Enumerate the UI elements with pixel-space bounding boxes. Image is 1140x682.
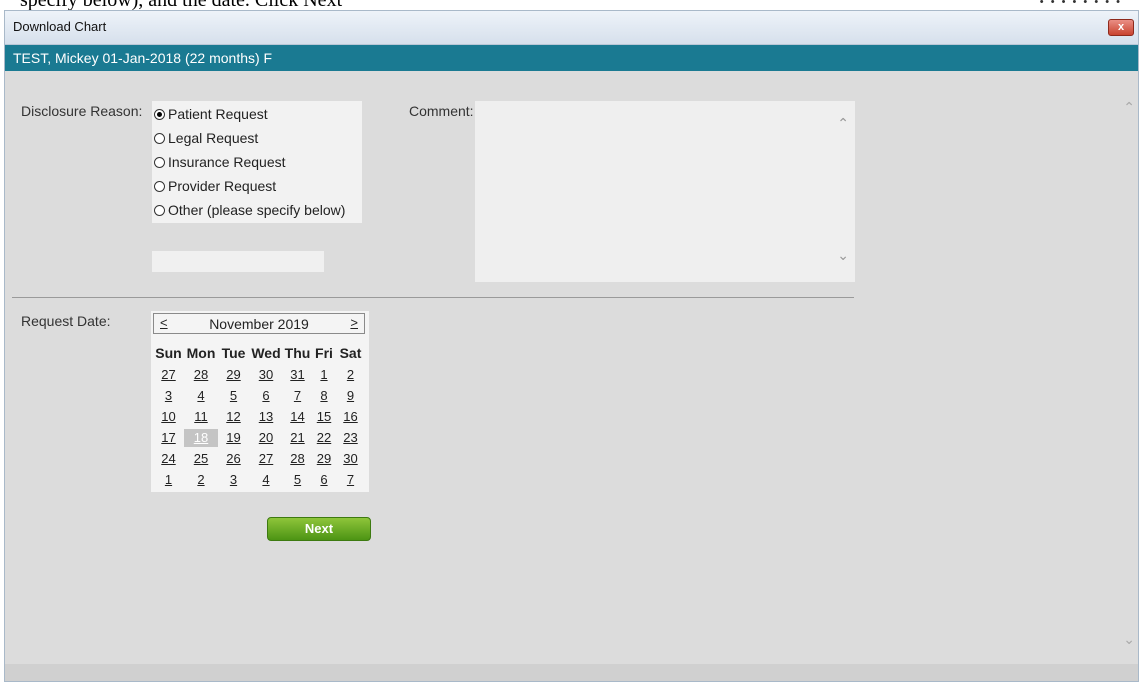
calendar-week-row: 24 25 26 27 28 29 30	[153, 450, 365, 468]
calendar-day[interactable]: 14	[283, 408, 312, 426]
calendar-day[interactable]: 3	[153, 387, 184, 405]
calendar-day[interactable]: 1	[312, 366, 336, 384]
reason-option-other[interactable]: Other (please specify below)	[154, 199, 345, 221]
calendar-day[interactable]: 1	[153, 471, 184, 489]
calendar-day[interactable]: 4	[184, 387, 218, 405]
calendar-day[interactable]: 9	[336, 387, 365, 405]
section-divider	[12, 297, 854, 298]
calendar-day-selected[interactable]: 18	[184, 429, 218, 447]
calendar-day[interactable]: 11	[184, 408, 218, 426]
radio-label: Patient Request	[168, 106, 268, 122]
radio-label: Other (please specify below)	[168, 202, 346, 218]
calendar-day[interactable]: 30	[336, 450, 365, 468]
radio-label: Provider Request	[168, 178, 277, 194]
calendar-day[interactable]: 28	[283, 450, 312, 468]
calendar-day[interactable]: 20	[249, 429, 283, 447]
calendar-day[interactable]: 16	[336, 408, 365, 426]
calendar-day[interactable]: 30	[249, 366, 283, 384]
dialog-title: Download Chart	[13, 19, 107, 34]
calendar-day[interactable]: 19	[218, 429, 249, 447]
radio-button[interactable]	[154, 204, 165, 216]
reason-option-insurance[interactable]: Insurance Request	[154, 151, 286, 173]
close-button[interactable]: x	[1108, 19, 1134, 36]
radio-button[interactable]	[154, 132, 165, 144]
day-of-week: Fri	[315, 345, 333, 361]
calendar-week-row: 27 28 29 30 31 1 2	[153, 366, 365, 384]
calendar-day[interactable]: 7	[336, 471, 365, 489]
other-reason-input[interactable]	[152, 251, 324, 272]
calendar-day[interactable]: 27	[153, 366, 184, 384]
days-of-week-row: Sun Mon Tue Wed Thu Fri Sat	[153, 345, 365, 361]
day-of-week: Sun	[155, 345, 182, 361]
calendar-header: November 2019 < >	[153, 313, 365, 334]
radio-button[interactable]	[154, 156, 165, 168]
day-of-week: Thu	[284, 345, 311, 361]
calendar-day[interactable]: 21	[283, 429, 312, 447]
chevron-up-icon[interactable]: ⌃	[1123, 99, 1135, 116]
calendar-day[interactable]: 2	[336, 366, 365, 384]
calendar-day[interactable]: 24	[153, 450, 184, 468]
calendar-day[interactable]: 6	[312, 471, 336, 489]
calendar-day[interactable]: 27	[249, 450, 283, 468]
calendar-day[interactable]: 13	[249, 408, 283, 426]
calendar-day[interactable]: 6	[249, 387, 283, 405]
background-toolbar-icons: • • • • • • • •	[1039, 0, 1122, 8]
calendar-day[interactable]: 4	[249, 471, 283, 489]
calendar-day[interactable]: 29	[312, 450, 336, 468]
calendar-day[interactable]: 22	[312, 429, 336, 447]
calendar-week-row: 3456789	[153, 387, 365, 405]
close-icon: x	[1117, 21, 1125, 33]
dialog-footer	[5, 664, 1138, 681]
day-of-week: Tue	[221, 345, 246, 361]
background-document-strip: specify below), and the date. Click Next…	[0, 0, 1140, 10]
radio-button[interactable]	[154, 108, 165, 120]
calendar-day[interactable]: 26	[218, 450, 249, 468]
day-of-week: Sat	[339, 345, 362, 361]
radio-label: Legal Request	[168, 130, 259, 146]
dialog-titlebar: Download Chart x	[5, 11, 1138, 45]
calendar-day[interactable]: 28	[184, 366, 218, 384]
calendar-week-row: 1234567	[153, 471, 365, 489]
disclosure-reason-group: Patient Request Legal Request Insurance …	[152, 101, 362, 223]
reason-option-provider[interactable]: Provider Request	[154, 175, 276, 197]
background-text: specify below), and the date. Click Next	[20, 0, 342, 10]
reason-option-patient[interactable]: Patient Request	[154, 103, 268, 125]
day-of-week: Mon	[186, 345, 216, 361]
disclosure-reason-label: Disclosure Reason:	[21, 103, 143, 119]
calendar-day[interactable]: 8	[312, 387, 336, 405]
calendar-day[interactable]: 3	[218, 471, 249, 489]
calendar-day[interactable]: 17	[153, 429, 184, 447]
calendar-day[interactable]: 25	[184, 450, 218, 468]
radio-button[interactable]	[154, 180, 165, 192]
patient-header: TEST, Mickey 01-Jan-2018 (22 months) F	[5, 45, 1138, 71]
comment-textarea[interactable]: ⌃ ⌄	[475, 101, 855, 282]
calendar-day[interactable]: 5	[218, 387, 249, 405]
date-picker-calendar: November 2019 < > Sun Mon Tue Wed Thu Fr…	[151, 311, 369, 492]
request-date-label: Request Date:	[21, 313, 111, 329]
next-month-button[interactable]: >	[350, 315, 358, 330]
calendar-week-row: 10 11 12 13 14 15 16	[153, 408, 365, 426]
calendar-day[interactable]: 2	[184, 471, 218, 489]
calendar-day[interactable]: 31	[283, 366, 312, 384]
patient-info: TEST, Mickey 01-Jan-2018 (22 months) F	[13, 50, 273, 66]
chevron-down-icon[interactable]: ⌄	[837, 247, 849, 264]
day-of-week: Wed	[251, 345, 281, 361]
calendar-day[interactable]: 15	[312, 408, 336, 426]
calendar-day[interactable]: 5	[283, 471, 312, 489]
calendar-day[interactable]: 10	[153, 408, 184, 426]
comment-label: Comment:	[409, 103, 474, 119]
calendar-day[interactable]: 7	[283, 387, 312, 405]
chevron-up-icon[interactable]: ⌃	[837, 115, 849, 132]
previous-month-button[interactable]: <	[160, 315, 168, 330]
radio-label: Insurance Request	[168, 154, 286, 170]
calendar-day[interactable]: 23	[336, 429, 365, 447]
calendar-day[interactable]: 29	[218, 366, 249, 384]
calendar-month: November 2019	[209, 316, 309, 332]
next-button[interactable]: Next	[267, 517, 371, 541]
download-chart-dialog: Download Chart x TEST, Mickey 01-Jan-201…	[4, 10, 1139, 682]
calendar-week-row: 17 18 19 20 21 22 23	[153, 429, 365, 447]
calendar-day[interactable]: 12	[218, 408, 249, 426]
chevron-down-icon[interactable]: ⌄	[1123, 631, 1135, 648]
reason-option-legal[interactable]: Legal Request	[154, 127, 258, 149]
